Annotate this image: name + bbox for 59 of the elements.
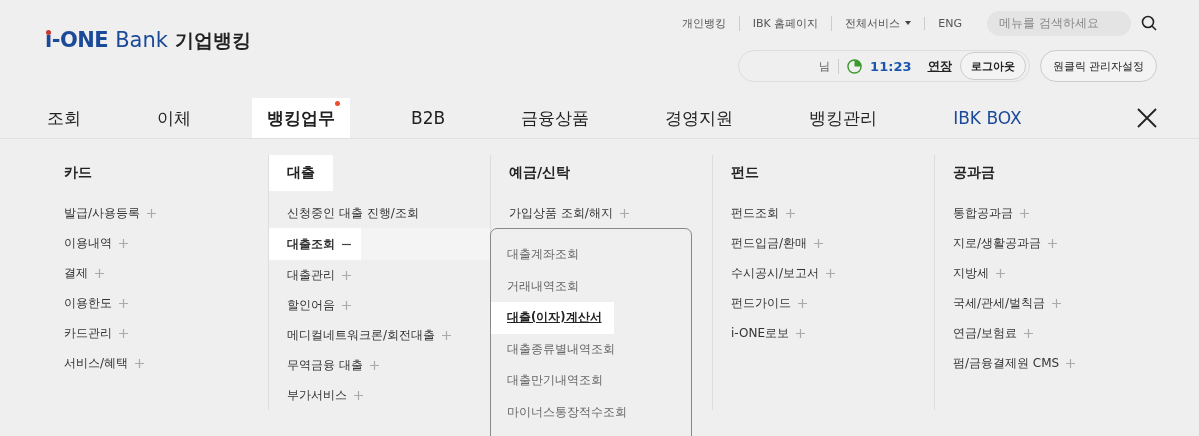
menu-category-title: 대출 — [269, 155, 333, 191]
caret-icon — [905, 21, 912, 25]
menu-item[interactable]: 메디컬네트워크론/회전대출 — [269, 320, 470, 350]
menu-item[interactable]: 이용내역 — [46, 228, 146, 258]
menu-item[interactable]: 통합공과금 — [935, 198, 1047, 228]
nav-tab[interactable]: 이체 — [142, 98, 206, 138]
menu-item[interactable]: 결제 — [46, 258, 122, 288]
nav-tab[interactable]: 뱅킹업무 — [252, 98, 350, 138]
nav-tab[interactable]: 금융상품 — [506, 98, 605, 138]
submenu-item[interactable]: 대출만기내역조회 — [491, 365, 619, 397]
submenu-item[interactable]: 마이너스통장적수조회 — [491, 396, 643, 428]
menu-item[interactable]: 가입상품 조회/해지 — [491, 198, 647, 228]
menu-item[interactable]: 이용한도 — [46, 288, 146, 318]
submenu-item[interactable]: 대출계좌조회 — [491, 239, 595, 271]
menu-item[interactable]: i-ONE로보 — [713, 318, 823, 348]
menu-item[interactable]: 연금/보험료 — [935, 318, 1052, 348]
admin-settings-button[interactable]: 원클릭 관리자설정 — [1039, 50, 1157, 82]
menu-item[interactable]: 펀드가이드 — [713, 288, 825, 318]
submenu-item[interactable]: 거래내역조회 — [491, 270, 595, 302]
menu-item[interactable]: 수시공시/보고서 — [713, 258, 854, 288]
header-link[interactable]: IBK 홈페이지 — [738, 15, 832, 31]
dropdown-link[interactable]: 전체서비스 — [831, 15, 925, 31]
menu-item[interactable]: 지방세 — [935, 258, 1023, 288]
nav-tab[interactable]: 뱅킹관리 — [794, 98, 893, 138]
nav-tab[interactable]: 경영지원 — [650, 98, 749, 138]
header-link[interactable]: ENG — [924, 16, 975, 30]
session-timer: 11:23 — [870, 58, 912, 74]
menu-category-title: 예금/신탁 — [508, 163, 572, 182]
logout-button[interactable]: 로그아웃 — [959, 52, 1026, 80]
nav-tab[interactable]: 조회 — [32, 98, 96, 138]
extend-link[interactable]: 연장 — [927, 57, 952, 75]
menu-item[interactable]: 할인어음 — [269, 290, 369, 320]
menu-item[interactable]: 지로/생활공과금 — [935, 228, 1076, 258]
header-link[interactable]: 개인뱅킹 — [668, 15, 739, 31]
menu-item[interactable]: 대출관리 — [269, 260, 369, 290]
menu-item[interactable]: 펌/금융결제원 CMS — [935, 348, 1094, 378]
submenu-item[interactable]: 대출(이자)계산서 — [491, 302, 614, 334]
menu-item[interactable]: 대출조회 — [269, 228, 361, 260]
nav-tab[interactable]: B2B — [396, 98, 461, 138]
timer-icon — [847, 58, 863, 74]
search-icon[interactable] — [1141, 15, 1157, 31]
menu-item[interactable]: 신청중인 대출 진행/조회 — [269, 198, 437, 228]
user-name-suffix: 님 — [819, 58, 840, 74]
nav-tab[interactable]: IBK BOX — [938, 98, 1037, 138]
menu-item[interactable]: 부가서비스 — [269, 380, 381, 410]
submenu-item[interactable]: 대출종류별내역조회 — [491, 333, 631, 365]
menu-item[interactable]: 펀드조회 — [713, 198, 813, 228]
menu-category-title: 카드 — [63, 163, 93, 182]
menu-item[interactable]: 카드관리 — [46, 318, 146, 348]
close-icon[interactable] — [1137, 108, 1157, 128]
menu-item[interactable]: 발급/사용등록 — [46, 198, 175, 228]
search-field[interactable]: 메뉴를 검색하세요 — [987, 10, 1131, 36]
menu-item[interactable]: 펀드입금/환매 — [713, 228, 842, 258]
menu-item[interactable]: 국세/관세/벌칙금 — [935, 288, 1080, 318]
bank-logo[interactable]: i-ONE Bank 기업뱅킹 — [45, 28, 251, 56]
menu-item[interactable]: 무역금융 대출 — [269, 350, 397, 380]
menu-category-title: 공과금 — [952, 163, 996, 182]
menu-item[interactable]: 서비스/혜택 — [46, 348, 163, 378]
menu-category-title: 펀드 — [730, 163, 760, 182]
